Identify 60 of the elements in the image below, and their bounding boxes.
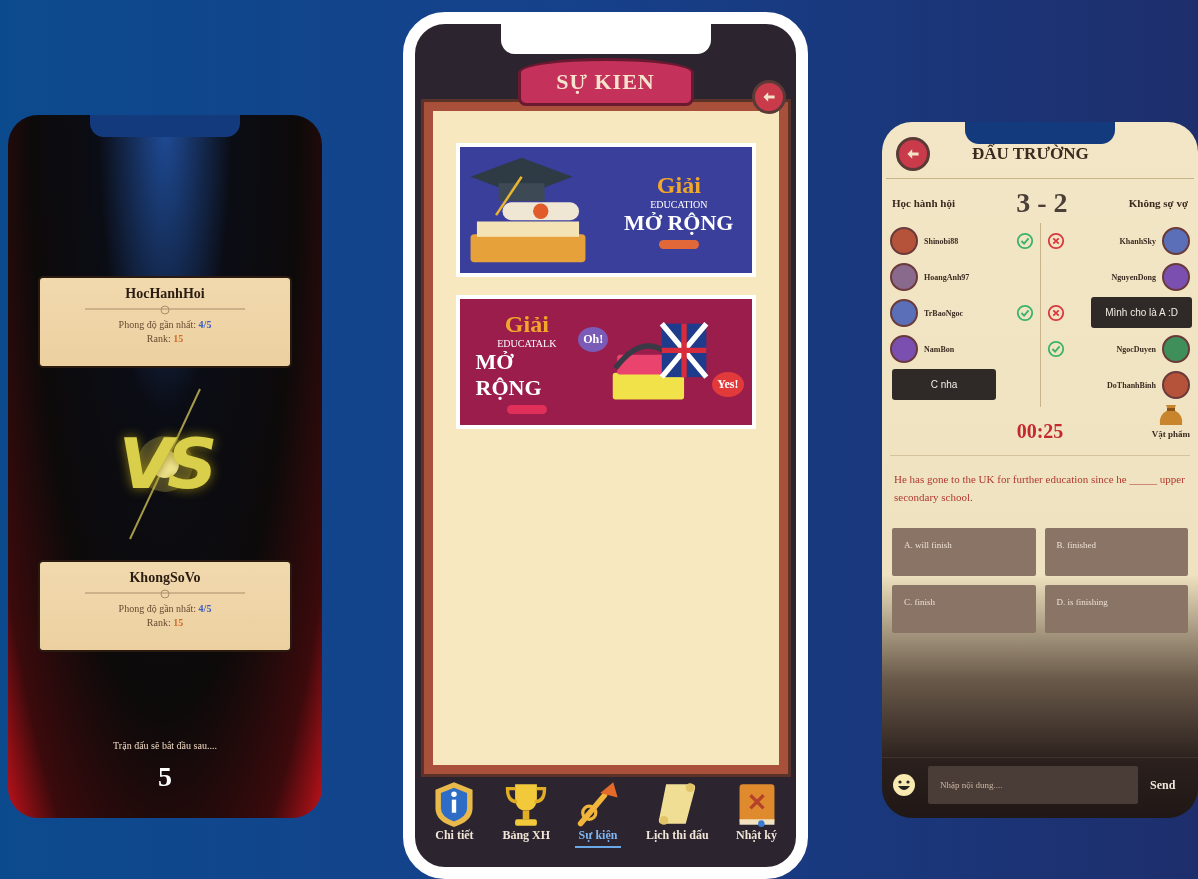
details-pill (658, 239, 699, 249)
player-name: KhongSoVo (129, 570, 201, 586)
send-button[interactable]: Send (1150, 777, 1176, 793)
item-button[interactable]: Vật phẩm (1151, 399, 1190, 439)
team-name: Không sợ vợ (1128, 197, 1188, 209)
player-name: KhanhSky (1119, 236, 1156, 246)
title-ribbon: SỰ KIEN (517, 58, 694, 106)
prize-label: Giải (656, 171, 701, 199)
answer-option[interactable]: D. is finishing (1044, 585, 1188, 633)
nav-tab[interactable]: Lịch thi đấu (645, 780, 709, 848)
score-text: 3 - 2 (1016, 187, 1068, 219)
player-name: NguyenDong (1111, 272, 1156, 282)
screen-title: ĐẤU TRƯỜNG (972, 144, 1089, 164)
player-name: NamBon (924, 344, 955, 354)
chat-bubble: Mình cho là A :D (1091, 297, 1192, 328)
player-name: TrBaoNgoc (924, 308, 963, 318)
details-pill (506, 404, 547, 414)
chat-input[interactable]: Nhập nội dung.... (928, 766, 1138, 804)
answer-option[interactable]: B. finished (1044, 528, 1188, 576)
timer-text: 00:25 (1016, 419, 1064, 443)
avatar-icon (890, 263, 918, 291)
form-text: Phong độ gần nhất: 4/5 (118, 602, 212, 616)
team-name: Học hành hội (892, 197, 955, 209)
question-text: He has gone to the UK for further education since he _____ upper secondary school. (894, 472, 1186, 505)
player-name: HoangAnh97 (924, 272, 970, 282)
back-button[interactable] (896, 137, 930, 171)
rank-text: Rank: 15 (146, 332, 184, 346)
form-text: Phong độ gần nhất: 4/5 (118, 318, 212, 332)
answer-option[interactable]: A. will finish (892, 528, 1036, 576)
back-button[interactable] (752, 80, 786, 114)
nav-tab[interactable]: Bảng XH (502, 780, 551, 848)
countdown-number: 5 (158, 761, 172, 793)
event-banner[interactable]: Giải EDUCATION MỞ RỘNG (455, 143, 756, 277)
smiley-icon[interactable] (892, 773, 916, 797)
nav-tab[interactable]: Sự kiện (575, 780, 621, 848)
chat-bubble: C nha (892, 369, 996, 400)
countdown-label: Trận đấu sẽ bắt đầu sau.... (113, 740, 217, 751)
event-name: EDUCATION (650, 198, 708, 210)
event-banner[interactable]: Giải EDUCATALK MỞ RỘNG Oh! Yes! (455, 295, 756, 429)
avatar-icon (890, 299, 918, 327)
speech-sticker: Yes! (712, 372, 744, 397)
event-subtitle: MỞ RỘNG (475, 348, 543, 401)
avatar-icon (1162, 335, 1190, 363)
avatar-icon (1162, 371, 1190, 399)
avatar-icon (890, 227, 918, 255)
nav-tab[interactable]: Nhật ký (733, 780, 780, 848)
answer-option[interactable]: C. finish (892, 585, 1036, 633)
avatar-icon (890, 335, 918, 363)
avatar-icon (1162, 263, 1190, 291)
rank-text: Rank: 15 (146, 616, 184, 630)
speech-sticker: Oh! (578, 327, 609, 352)
prize-label: Giải (504, 310, 549, 338)
nav-tab[interactable]: Chi tiết (431, 780, 478, 848)
player-name: Shinobi88 (924, 236, 959, 246)
player-name: HocHanhHoi (125, 286, 205, 302)
event-name: EDUCATALK (497, 337, 557, 349)
player-name: DoThanhBinh (1107, 380, 1156, 390)
event-subtitle: MỞ RỘNG (624, 209, 734, 236)
player-name: NgocDuyen (1116, 344, 1156, 354)
avatar-icon (1162, 227, 1190, 255)
